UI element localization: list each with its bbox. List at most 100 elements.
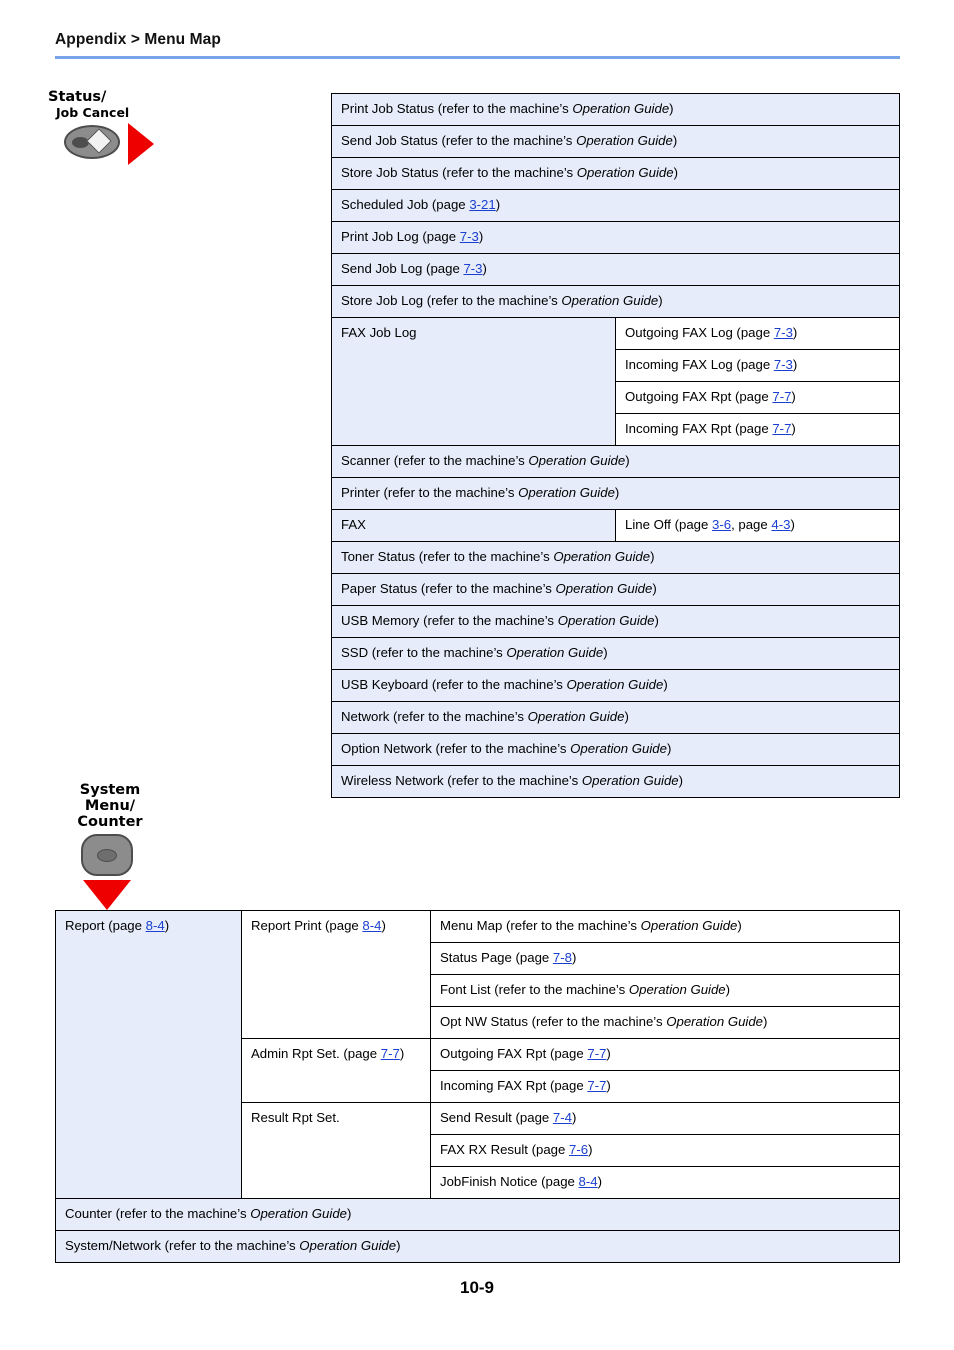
menu-item-report[interactable]: Report (page 8-4) [55, 910, 242, 1199]
status-key-icon [64, 125, 120, 159]
menu-item-store-job-log[interactable]: Store Job Log (refer to the machine’s Op… [331, 285, 900, 318]
menu-subitem-line-off[interactable]: Line Off (page 3-6, page 4-3) [615, 509, 900, 542]
menu-item-result-rpt-set[interactable]: Result Rpt Set. [241, 1102, 431, 1199]
system-menu-key-led-icon [97, 849, 117, 862]
table-row: Store Job Log (refer to the machine’s Op… [331, 285, 900, 318]
system-menu-table: Report (page 8-4) Report Print (page 8-4… [55, 910, 900, 1263]
system-menu-key-label-line1: System Menu/ [79, 782, 141, 814]
status-key-graphic [48, 123, 198, 167]
menu-item-fax[interactable]: FAX [331, 509, 616, 542]
status-job-cancel-key-illustration: Status/ Job Cancel [48, 90, 208, 170]
table-row: Scanner (refer to the machine’s Operatio… [331, 445, 900, 478]
menu-item-toner-status[interactable]: Toner Status (refer to the machine’s Ope… [331, 541, 900, 574]
menu-item-admin-rpt-set[interactable]: Admin Rpt Set. (page 7-7) [241, 1038, 431, 1103]
status-key-led-icon [72, 137, 89, 148]
table-row: Send Job Status (refer to the machine’s … [331, 125, 900, 158]
page-link[interactable]: 7-7 [587, 1078, 606, 1093]
table-row: Wireless Network (refer to the machine’s… [331, 765, 900, 798]
status-menu-table: Print Job Status (refer to the machine’s… [331, 93, 900, 798]
menu-item-printer[interactable]: Printer (refer to the machine’s Operatio… [331, 477, 900, 510]
page-link[interactable]: 7-7 [587, 1046, 606, 1061]
menu-subitem-jobfinish-notice[interactable]: JobFinish Notice (page 8-4) [430, 1166, 900, 1199]
menu-item-send-job-status[interactable]: Send Job Status (refer to the machine’s … [331, 125, 900, 158]
menu-item-paper-status[interactable]: Paper Status (refer to the machine’s Ope… [331, 573, 900, 606]
menu-item-usb-keyboard[interactable]: USB Keyboard (refer to the machine’s Ope… [331, 669, 900, 702]
menu-subitem-opt-nw-status[interactable]: Opt NW Status (refer to the machine’s Op… [430, 1006, 900, 1039]
menu-subitem-status-page[interactable]: Status Page (page 7-8) [430, 942, 900, 975]
menu-item-print-job-status[interactable]: Print Job Status (refer to the machine’s… [331, 93, 900, 126]
menu-subitem-outgoing-fax-rpt[interactable]: Outgoing FAX Rpt (page 7-7) [430, 1038, 900, 1071]
page-header: Appendix > Menu Map [55, 30, 900, 59]
table-row: Network (refer to the machine’s Operatio… [331, 701, 900, 734]
page-link[interactable]: 7-7 [772, 421, 791, 436]
page-link[interactable]: 7-6 [569, 1142, 588, 1157]
menu-item-network[interactable]: Network (refer to the machine’s Operatio… [331, 701, 900, 734]
menu-item-store-job-status[interactable]: Store Job Status (refer to the machine’s… [331, 157, 900, 190]
table-row: Print Job Status (refer to the machine’s… [331, 93, 900, 126]
menu-item-system-network[interactable]: System/Network (refer to the machine’s O… [55, 1230, 900, 1263]
menu-item-send-job-log[interactable]: Send Job Log (page 7-3) [331, 253, 900, 286]
menu-subitem-font-list[interactable]: Font List (refer to the machine’s Operat… [430, 974, 900, 1007]
page-link[interactable]: 7-8 [553, 950, 572, 965]
page-link[interactable]: 7-7 [772, 389, 791, 404]
page-link[interactable]: 7-3 [774, 357, 793, 372]
system-menu-key-icon [81, 834, 133, 876]
page-link[interactable]: 4-3 [771, 517, 790, 532]
page-link[interactable]: 7-3 [463, 261, 482, 276]
table-row: SSD (refer to the machine’s Operation Gu… [331, 637, 900, 670]
page-link[interactable]: 3-21 [469, 197, 495, 212]
table-row: USB Memory (refer to the machine’s Opera… [331, 605, 900, 638]
menu-subitem-incoming-fax-rpt[interactable]: Incoming FAX Rpt (page 7-7) [430, 1070, 900, 1103]
page-link[interactable]: 7-4 [553, 1110, 572, 1125]
table-row: Option Network (refer to the machine’s O… [331, 733, 900, 766]
menu-subitem-outgoing-fax-log[interactable]: Outgoing FAX Log (page 7-3) [615, 317, 900, 350]
menu-subitem-send-result[interactable]: Send Result (page 7-4) [430, 1102, 900, 1135]
system-menu-counter-key-illustration: System Menu/ Counter [55, 782, 225, 910]
table-row: Store Job Status (refer to the machine’s… [331, 157, 900, 190]
menu-item-scheduled-job[interactable]: Scheduled Job (page 3-21) [331, 189, 900, 222]
system-menu-key-graphic [55, 830, 165, 910]
menu-item-option-network[interactable]: Option Network (refer to the machine’s O… [331, 733, 900, 766]
menu-item-scanner[interactable]: Scanner (refer to the machine’s Operatio… [331, 445, 900, 478]
menu-item-ssd[interactable]: SSD (refer to the machine’s Operation Gu… [331, 637, 900, 670]
system-menu-key-label: System Menu/ Counter [55, 782, 165, 830]
red-right-arrow-icon [128, 123, 154, 165]
page-link[interactable]: 7-3 [774, 325, 793, 340]
table-row: Printer (refer to the machine’s Operatio… [331, 477, 900, 510]
menu-item-print-job-log[interactable]: Print Job Log (page 7-3) [331, 221, 900, 254]
table-row: FAX Job Log Outgoing FAX Log (page 7-3) [331, 317, 900, 446]
page-link[interactable]: 7-3 [460, 229, 479, 244]
menu-subitem-outgoing-fax-rpt[interactable]: Outgoing FAX Rpt (page 7-7) [615, 381, 900, 414]
table-row: Print Job Log (page 7-3) [331, 221, 900, 254]
menu-subitem-incoming-fax-rpt[interactable]: Incoming FAX Rpt (page 7-7) [615, 413, 900, 446]
page-link[interactable]: 3-6 [712, 517, 731, 532]
red-down-arrow-icon [83, 880, 131, 910]
status-key-label: Status/ Job Cancel [48, 89, 208, 121]
menu-subitem-fax-rx-result[interactable]: FAX RX Result (page 7-6) [430, 1134, 900, 1167]
page-link[interactable]: 8-4 [146, 918, 165, 933]
menu-item-wireless-network[interactable]: Wireless Network (refer to the machine’s… [331, 765, 900, 798]
table-row: Scheduled Job (page 3-21) [331, 189, 900, 222]
menu-subitem-incoming-fax-log[interactable]: Incoming FAX Log (page 7-3) [615, 349, 900, 382]
menu-item-counter[interactable]: Counter (refer to the machine’s Operatio… [55, 1198, 900, 1231]
page-link[interactable]: 8-4 [362, 918, 381, 933]
status-key-diamond-icon [86, 128, 112, 154]
page-link[interactable]: 8-4 [579, 1174, 598, 1189]
table-row: Send Job Log (page 7-3) [331, 253, 900, 286]
header-divider [55, 56, 900, 59]
table-row: USB Keyboard (refer to the machine’s Ope… [331, 669, 900, 702]
page-link[interactable]: 7-7 [381, 1046, 400, 1061]
menu-item-fax-job-log[interactable]: FAX Job Log [331, 317, 616, 446]
page-number: 10-9 [459, 1278, 495, 1297]
breadcrumb: Appendix > Menu Map [55, 31, 221, 48]
menu-subitem-menu-map[interactable]: Menu Map (refer to the machine’s Operati… [430, 910, 900, 943]
status-key-label-line1: Status/ [48, 89, 107, 105]
table-row: System/Network (refer to the machine’s O… [55, 1230, 900, 1263]
menu-item-report-print[interactable]: Report Print (page 8-4) [241, 910, 431, 1039]
table-row: Paper Status (refer to the machine’s Ope… [331, 573, 900, 606]
menu-item-usb-memory[interactable]: USB Memory (refer to the machine’s Opera… [331, 605, 900, 638]
table-row: FAX Line Off (page 3-6, page 4-3) [331, 509, 900, 542]
table-row: Counter (refer to the machine’s Operatio… [55, 1198, 900, 1231]
table-row: Toner Status (refer to the machine’s Ope… [331, 541, 900, 574]
table-row: Report (page 8-4) Report Print (page 8-4… [55, 910, 900, 1199]
